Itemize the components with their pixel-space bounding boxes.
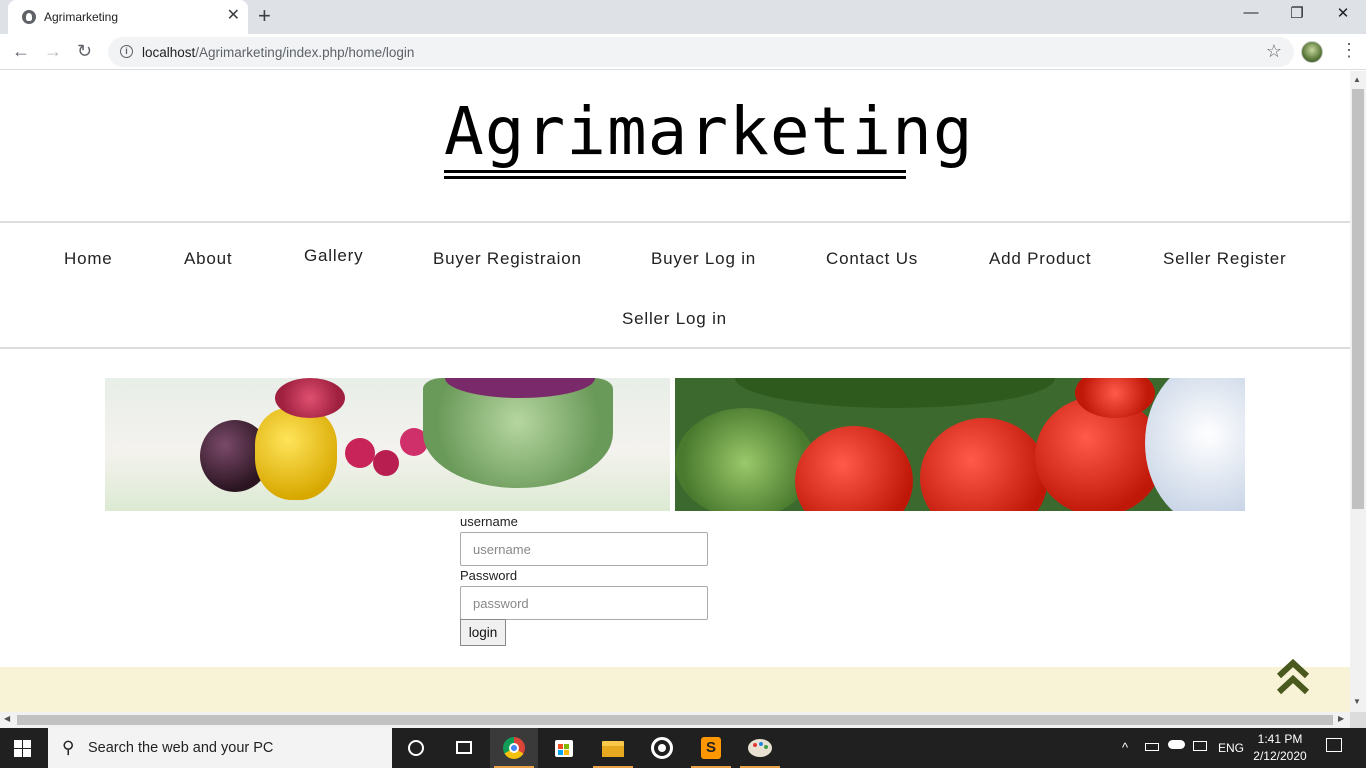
brand-underline (444, 170, 906, 173)
battery-icon[interactable] (1145, 740, 1159, 754)
brand-underline (444, 176, 906, 179)
banner-image-vegetables (105, 378, 670, 511)
browser-tab[interactable]: Agrimarketing ✕ (8, 0, 248, 34)
network-icon[interactable] (1193, 740, 1207, 754)
scroll-down-icon[interactable]: ▼ (1353, 697, 1361, 706)
store-icon[interactable] (540, 728, 588, 768)
vertical-scrollbar[interactable]: ▲ ▼ (1350, 71, 1366, 712)
banner-image-tomatoes (675, 378, 1245, 511)
browser-menu-icon[interactable]: ⋮ (1340, 40, 1358, 61)
footer (0, 667, 1350, 712)
windows-start-icon[interactable] (14, 740, 31, 757)
nav-seller-register[interactable]: Seller Register (1163, 249, 1287, 269)
scrollbar-corner (1350, 712, 1366, 728)
onedrive-icon[interactable] (1168, 738, 1185, 752)
language-indicator[interactable]: ENG (1218, 741, 1244, 755)
restore-icon[interactable]: ❐ (1274, 4, 1320, 22)
address-bar[interactable]: i localhost/Agrimarketing/index.php/home… (108, 37, 1294, 67)
reload-icon[interactable]: ↻ (77, 41, 92, 61)
vertical-scroll-thumb[interactable] (1352, 89, 1364, 509)
site-info-icon[interactable]: i (120, 45, 133, 58)
nav-gallery[interactable]: Gallery (304, 246, 363, 266)
username-input[interactable] (460, 532, 708, 566)
scroll-left-icon[interactable]: ◀ (4, 714, 10, 723)
nav-buyer-registration[interactable]: Buyer Registraion (433, 249, 582, 269)
taskbar-search[interactable]: ⚲ Search the web and your PC (48, 728, 392, 768)
nav-buyer-login[interactable]: Buyer Log in (651, 249, 756, 269)
file-explorer-icon[interactable] (589, 728, 637, 768)
window-close-icon[interactable]: ✕ (1320, 4, 1366, 22)
scroll-to-top-icon[interactable] (1275, 658, 1311, 698)
horizontal-scroll-thumb[interactable] (17, 715, 1333, 725)
nav-contact-us[interactable]: Contact Us (826, 249, 918, 269)
task-view-icon[interactable] (440, 728, 488, 768)
horizontal-scrollbar[interactable]: ◀ ▶ (0, 712, 1350, 728)
back-icon[interactable]: ← (12, 41, 30, 61)
browser-tab-strip: Agrimarketing ✕ + — ❐ ✕ (0, 0, 1366, 34)
browser-toolbar: ← → ↻ i localhost/Agrimarketing/index.ph… (0, 34, 1366, 70)
bookmark-star-icon[interactable]: ☆ (1266, 41, 1282, 62)
nav-about[interactable]: About (184, 249, 232, 269)
url-text[interactable]: localhost/Agrimarketing/index.php/home/l… (142, 45, 414, 60)
password-label: Password (460, 568, 518, 583)
notifications-icon[interactable] (1326, 738, 1342, 755)
minimize-icon[interactable]: — (1228, 4, 1274, 21)
clock-time: 1:41 PM (1257, 732, 1303, 746)
login-button[interactable]: login (460, 619, 506, 646)
tab-title: Agrimarketing (44, 10, 119, 24)
web-page: Agrimarketing Home About Gallery Buyer R… (0, 71, 1350, 712)
nav-seller-login[interactable]: Seller Log in (622, 309, 727, 329)
taskbar: ⚲ Search the web and your PC S ^ ENG 1:4… (0, 728, 1366, 768)
show-hidden-icons-icon[interactable]: ^ (1122, 740, 1128, 755)
taskbar-search-placeholder: Search the web and your PC (88, 740, 274, 756)
username-label: username (460, 514, 518, 529)
taskbar-clock[interactable]: 1:41 PM 2/12/2020 (1250, 731, 1310, 765)
nav-home[interactable]: Home (64, 249, 113, 269)
nav-add-product[interactable]: Add Product (989, 249, 1091, 269)
new-tab-icon[interactable]: + (258, 5, 271, 27)
profile-avatar[interactable] (1301, 41, 1323, 63)
close-tab-icon[interactable]: ✕ (227, 8, 240, 24)
groove-music-icon[interactable] (638, 728, 686, 768)
search-icon: ⚲ (62, 738, 75, 757)
main-nav: Home About Gallery Buyer Registraion Buy… (0, 221, 1350, 349)
site-brand[interactable]: Agrimarketing (444, 93, 973, 170)
cortana-icon[interactable] (392, 728, 440, 768)
sublime-text-icon[interactable]: S (687, 728, 735, 768)
forward-icon[interactable]: → (44, 41, 62, 61)
password-input[interactable] (460, 586, 708, 620)
scroll-up-icon[interactable]: ▲ (1353, 75, 1361, 84)
globe-icon (22, 10, 36, 24)
clock-date: 2/12/2020 (1253, 749, 1307, 763)
scroll-right-icon[interactable]: ▶ (1338, 714, 1344, 723)
chrome-taskbar-icon[interactable] (490, 728, 538, 768)
paint-icon[interactable] (736, 728, 784, 768)
